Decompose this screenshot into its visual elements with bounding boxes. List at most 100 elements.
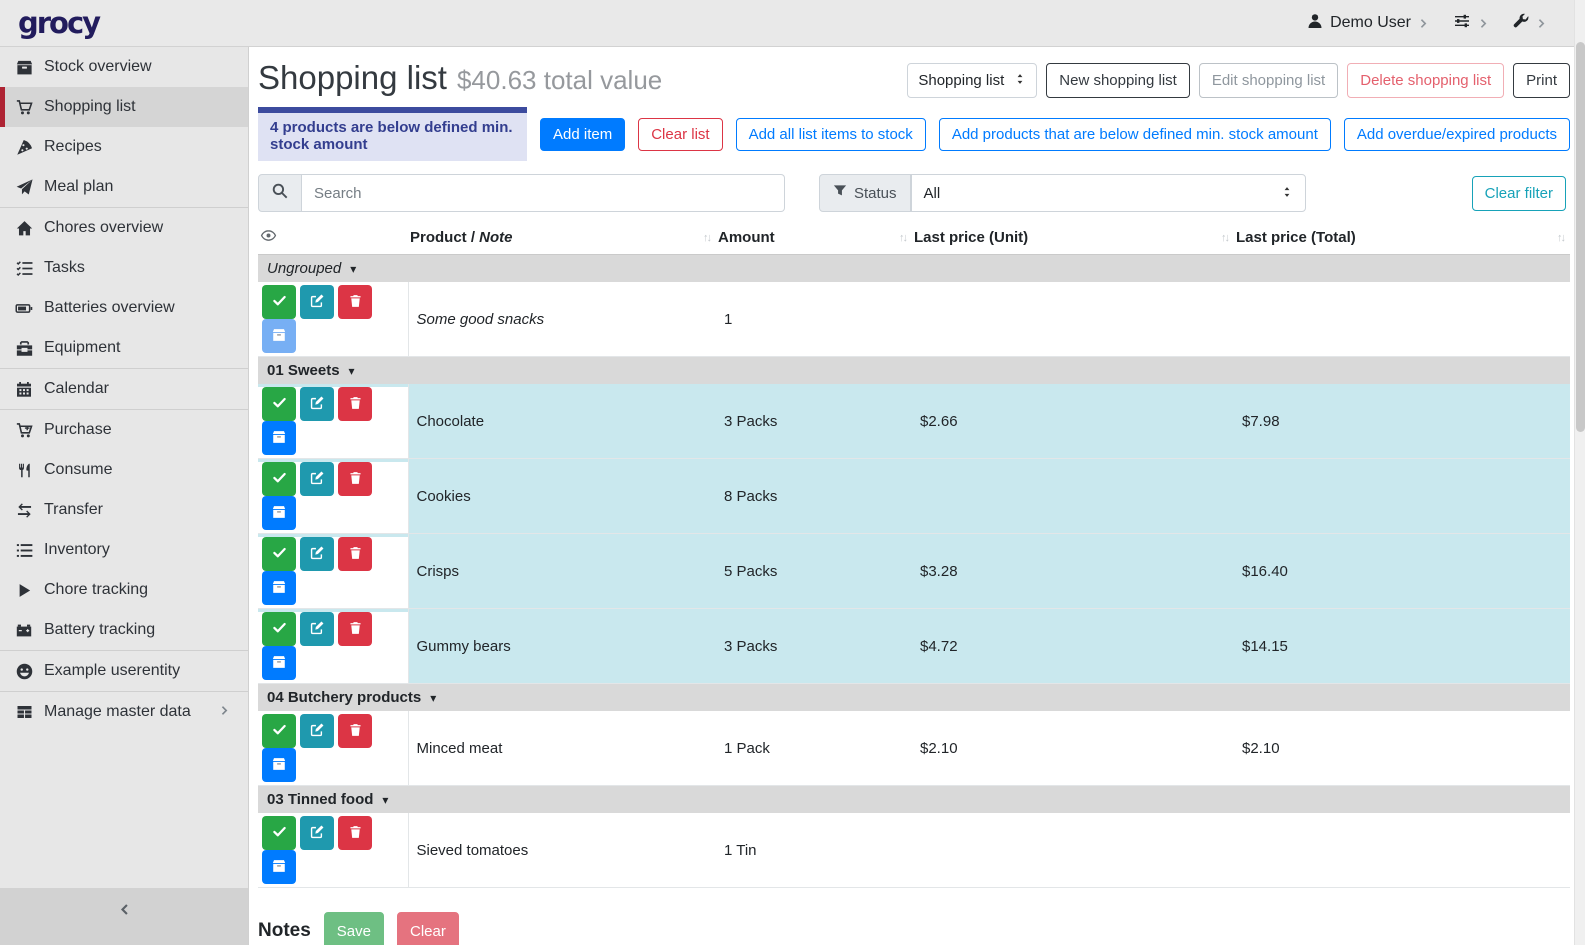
sidebar-item-calendar[interactable]: Calendar <box>0 369 248 409</box>
delete-item-button[interactable] <box>338 816 372 850</box>
sidebar-item-recipes[interactable]: Recipes <box>0 127 248 167</box>
done-button[interactable] <box>262 462 296 496</box>
add-item-button[interactable]: Add item <box>540 118 625 151</box>
group-row[interactable]: 04 Butchery products▾ <box>258 684 1570 712</box>
cart-plus-icon <box>13 422 35 439</box>
add-to-stock-button[interactable] <box>262 748 296 782</box>
sidebar-item-chores-overview[interactable]: Chores overview <box>0 208 248 248</box>
stock-icon <box>272 859 286 876</box>
sidebar-item-label: Calendar <box>44 380 109 398</box>
edit-item-button[interactable] <box>300 612 334 646</box>
search-input[interactable] <box>302 174 785 212</box>
done-button[interactable] <box>262 816 296 850</box>
sidebar-item-equipment[interactable]: Equipment <box>0 328 248 368</box>
grocy-logo[interactable]: grocy <box>0 9 99 38</box>
notes-save-button[interactable]: Save <box>324 912 384 945</box>
delete-shopping-list-button[interactable]: Delete shopping list <box>1347 63 1504 98</box>
group-row[interactable]: Ungrouped▾ <box>258 255 1570 283</box>
shopping-list-select[interactable]: Shopping list <box>907 63 1037 98</box>
notes-clear-button[interactable]: Clear <box>397 912 459 945</box>
edit-item-button[interactable] <box>300 387 334 421</box>
product-name: Chocolate <box>408 384 716 459</box>
edit-item-button[interactable] <box>300 537 334 571</box>
tasks-icon <box>13 260 35 277</box>
amount-cell: 1 Pack <box>716 711 912 786</box>
add-to-stock-button[interactable] <box>262 850 296 884</box>
sidebar-item-label: Batteries overview <box>44 299 175 317</box>
delete-item-button[interactable] <box>338 462 372 496</box>
sidebar-item-consume[interactable]: Consume <box>0 450 248 490</box>
delete-item-button[interactable] <box>338 285 372 319</box>
done-button[interactable] <box>262 714 296 748</box>
check-icon <box>272 824 287 842</box>
home-icon <box>13 220 35 237</box>
add-below-min-stock-button[interactable]: Add products that are below defined min.… <box>939 118 1331 151</box>
sidebar-item-meal-plan[interactable]: Meal plan <box>0 167 248 207</box>
edit-item-button[interactable] <box>300 816 334 850</box>
add-to-stock-button[interactable] <box>262 496 296 530</box>
delete-item-button[interactable] <box>338 387 372 421</box>
edit-shopping-list-button[interactable]: Edit shopping list <box>1199 63 1338 98</box>
done-button[interactable] <box>262 285 296 319</box>
add-to-stock-button[interactable] <box>262 319 296 353</box>
sidebar-item-battery-tracking[interactable]: Battery tracking <box>0 610 248 650</box>
shopping-list-row: Cookies8 Packs <box>258 459 1570 534</box>
print-button[interactable]: Print <box>1513 63 1570 98</box>
done-button[interactable] <box>262 387 296 421</box>
new-shopping-list-button[interactable]: New shopping list <box>1046 63 1190 98</box>
sidebar-item-inventory[interactable]: Inventory <box>0 530 248 570</box>
sidebar-item-transfer[interactable]: Transfer <box>0 490 248 530</box>
utensils-icon <box>13 462 35 479</box>
group-row[interactable]: 01 Sweets▾ <box>258 357 1570 385</box>
sidebar-item-chore-tracking[interactable]: Chore tracking <box>0 570 248 610</box>
sidebar-item-batteries-overview[interactable]: Batteries overview <box>0 288 248 328</box>
sidebar-item-stock-overview[interactable]: Stock overview <box>0 47 248 87</box>
unit-price-cell: $4.72 <box>912 609 1234 684</box>
group-label: 03 Tinned food <box>267 791 373 808</box>
delete-item-button[interactable] <box>338 612 372 646</box>
sidebar-collapse-button[interactable] <box>0 888 248 945</box>
total-price-cell <box>1234 813 1570 888</box>
sidebar-item-manage-master-data[interactable]: Manage master data <box>0 692 248 732</box>
add-overdue-button[interactable]: Add overdue/expired products <box>1344 118 1570 151</box>
sliders-icon <box>1453 13 1471 34</box>
group-row[interactable]: 03 Tinned food▾ <box>258 786 1570 814</box>
unit-price-cell: $2.10 <box>912 711 1234 786</box>
column-header-last-price-unit-[interactable]: Last price (Unit)↑↓ <box>912 224 1234 255</box>
product-name: Some good snacks <box>408 282 716 357</box>
stock-icon <box>272 655 286 672</box>
sidebar-item-tasks[interactable]: Tasks <box>0 248 248 288</box>
column-header-amount[interactable]: Amount↑↓ <box>716 224 912 255</box>
sidebar-item-shopping-list[interactable]: Shopping list <box>0 87 248 127</box>
delete-item-button[interactable] <box>338 537 372 571</box>
done-button[interactable] <box>262 612 296 646</box>
settings-menu[interactable] <box>1453 13 1489 34</box>
clear-filter-button[interactable]: Clear filter <box>1472 176 1566 211</box>
total-price-cell: $7.98 <box>1234 384 1570 459</box>
clear-list-button[interactable]: Clear list <box>638 118 722 151</box>
column-visibility-header[interactable] <box>258 224 408 255</box>
done-button[interactable] <box>262 537 296 571</box>
status-select[interactable]: All <box>911 174 1306 212</box>
column-header-last-price-total-[interactable]: Last price (Total)↑↓ <box>1234 224 1570 255</box>
edit-item-button[interactable] <box>300 714 334 748</box>
add-to-stock-button[interactable] <box>262 646 296 680</box>
delete-item-button[interactable] <box>338 714 372 748</box>
sidebar-item-example-userentity[interactable]: Example userentity <box>0 651 248 691</box>
add-all-to-stock-button[interactable]: Add all list items to stock <box>736 118 926 151</box>
add-to-stock-button[interactable] <box>262 571 296 605</box>
add-to-stock-button[interactable] <box>262 421 296 455</box>
admin-menu[interactable] <box>1513 13 1547 34</box>
user-menu[interactable]: Demo User <box>1307 13 1429 34</box>
car-battery-icon <box>13 622 35 638</box>
edit-item-button[interactable] <box>300 462 334 496</box>
stock-icon <box>272 505 286 522</box>
total-price-cell: $16.40 <box>1234 534 1570 609</box>
scrollbar-thumb[interactable] <box>1576 42 1585 432</box>
edit-item-button[interactable] <box>300 285 334 319</box>
sidebar-item-purchase[interactable]: Purchase <box>0 410 248 450</box>
column-header-product-[interactable]: Product / Note↑↓ <box>408 224 716 255</box>
sort-icon: ↑↓ <box>1557 232 1564 244</box>
shopping-list-row: Minced meat1 Pack$2.10$2.10 <box>258 711 1570 786</box>
shopping-list-table: Product / Note↑↓Amount↑↓Last price (Unit… <box>258 224 1570 888</box>
